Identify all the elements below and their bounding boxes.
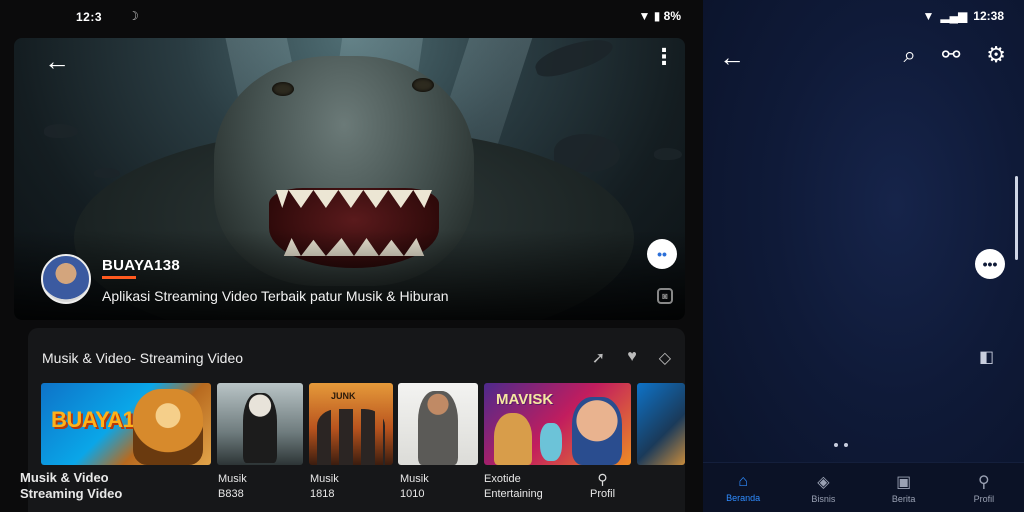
back-arrow-icon[interactable]: ← xyxy=(44,46,70,77)
thumbnail-card[interactable] xyxy=(398,383,478,465)
channel-name-underline xyxy=(102,276,136,279)
thumbnail-card[interactable]: BUAYA138 xyxy=(41,383,211,465)
status-right-text: ▼ ▮ 8% xyxy=(638,9,682,23)
scrollbar[interactable] xyxy=(1015,176,1018,260)
channel-tagline: Aplikasi Streaming Video Terbaik patur M… xyxy=(102,288,449,304)
crocodile-eye xyxy=(272,82,294,96)
section-actions: ➚ ♥ ◇ xyxy=(592,348,671,368)
crocodile-eye xyxy=(412,78,434,92)
status-time: 12:3 xyxy=(76,10,103,24)
inbox-icon: ▣ xyxy=(896,473,912,491)
dnd-icon: ☽ xyxy=(128,9,139,23)
nav-item-folder[interactable]: ◈ Bisnis xyxy=(793,472,853,504)
favorite-icon[interactable]: ♥ xyxy=(627,348,637,368)
status-time: 12:38 xyxy=(973,9,1004,23)
label-line: B838 xyxy=(218,488,244,500)
top-toolbar: ⌕ ⚯ ⚙ xyxy=(904,42,1007,68)
thumbnail-card[interactable] xyxy=(637,383,685,465)
channel-avatar[interactable] xyxy=(41,254,91,304)
page-indicator xyxy=(834,443,848,447)
search-icon[interactable]: ⌕ xyxy=(904,42,916,68)
label-line: Streaming Video xyxy=(20,486,123,501)
share-icon[interactable]: ➚ xyxy=(592,348,605,368)
bear-graphic xyxy=(494,413,532,465)
thumbnail-label: Musik 1818 xyxy=(310,472,339,502)
hero-gradient xyxy=(14,230,685,320)
nav-item-home[interactable]: ⌂ Beranda xyxy=(713,473,773,503)
fish-shape xyxy=(654,148,682,160)
signal-icon: ▂▄▆ xyxy=(940,9,968,23)
gear-icon[interactable]: ⚙ xyxy=(986,42,1006,68)
label-line: Exotide xyxy=(484,473,521,485)
fish-shape xyxy=(94,168,120,178)
home-icon: ⌂ xyxy=(738,472,748,490)
label-line: 1818 xyxy=(310,488,335,500)
fish-shape xyxy=(531,38,617,82)
label-line: Profil xyxy=(590,488,616,500)
nav-label: Bisnis xyxy=(811,493,836,504)
label-line: Musik xyxy=(400,473,429,485)
nav-label: Beranda xyxy=(726,492,761,503)
status-bar: 12:3 ☽ ▼ ▮ 8% xyxy=(0,0,703,34)
thumbnail-label: Exotide Entertaining xyxy=(484,472,543,502)
thumbnail-label: Musik & Video Streaming Video xyxy=(20,470,122,502)
wifi-icon: ▼ xyxy=(922,9,935,23)
nav-label: Berita xyxy=(891,493,916,504)
label-line: Musik xyxy=(218,473,247,485)
figure-graphic xyxy=(418,391,458,465)
character-graphic xyxy=(540,423,562,461)
more-horiz-button[interactable]: ••• xyxy=(975,249,1005,279)
status-bar: ▼ ▂▄▆ 12:38 xyxy=(922,9,1004,23)
nav-item-inbox[interactable]: ▣ Berita xyxy=(874,472,934,504)
thumbnail-card[interactable] xyxy=(217,383,303,465)
chat-bubble-button[interactable]: •• xyxy=(647,239,677,269)
thumbnail-label: Musik B838 xyxy=(218,472,247,502)
status-icons: ▼ ▮ 8% xyxy=(639,9,682,23)
left-phone-screen: 12:3 ☽ ▼ ▮ 8% ← ⋮ BUAYA138 Aplikasi Stre… xyxy=(0,0,703,512)
poster-text: MAVISK xyxy=(496,391,554,408)
thumbnail-label: Musik 1010 xyxy=(400,472,429,502)
view-icon[interactable]: ◇ xyxy=(659,348,671,368)
label-line: Entertaining xyxy=(484,488,543,500)
share-nodes-icon[interactable]: ⚯ xyxy=(942,42,960,68)
right-phone-screen: ▼ ▂▄▆ 12:38 ← ⌕ ⚯ ⚙ ••• ◧ ⌂ Beranda ◈ Bi… xyxy=(703,0,1024,512)
group-graphic xyxy=(317,409,385,465)
label-line: Musik xyxy=(310,473,339,485)
label-line: 1010 xyxy=(400,488,425,500)
tiger-graphic xyxy=(133,389,203,465)
person-graphic xyxy=(572,397,622,465)
thumbnail-strip: BUAYA138 JUNK MAVISK xyxy=(41,383,685,465)
music-video-section: Musik & Video- Streaming Video ➚ ♥ ◇ BUA… xyxy=(28,328,685,512)
channel-name: BUAYA138 xyxy=(102,257,181,274)
thumbnail-label[interactable]: ⚲ Profil xyxy=(590,472,615,502)
fish-shape xyxy=(44,124,78,138)
back-arrow-icon[interactable]: ← xyxy=(719,42,745,73)
folder-icon: ◈ xyxy=(817,473,830,491)
label-line: Musik & Video xyxy=(20,470,109,485)
more-vert-icon[interactable]: ⋮ xyxy=(653,44,675,70)
cast-icon[interactable]: ◙ xyxy=(657,288,673,304)
bottom-navigation: ⌂ Beranda ◈ Bisnis ▣ Berita ⚲ Profil xyxy=(703,462,1024,512)
section-title: Musik & Video- Streaming Video xyxy=(42,350,244,366)
person-icon: ⚲ xyxy=(597,471,608,487)
thumbnail-card[interactable]: MAVISK xyxy=(484,383,631,465)
thumbnail-card[interactable]: JUNK xyxy=(309,383,393,465)
hero-banner: ← ⋮ BUAYA138 Aplikasi Streaming Video Te… xyxy=(14,38,685,320)
nav-label: Profil xyxy=(973,493,995,504)
poster-text: JUNK xyxy=(331,391,356,401)
person-icon: ⚲ xyxy=(978,473,990,491)
figure-graphic xyxy=(243,393,277,463)
side-panel-icon[interactable]: ◧ xyxy=(979,347,994,367)
nav-item-profile[interactable]: ⚲ Profil xyxy=(954,472,1014,504)
